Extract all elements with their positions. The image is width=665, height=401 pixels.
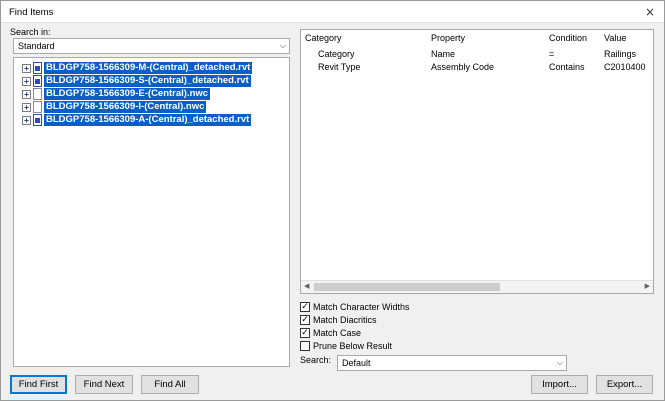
search-in-value: Standard	[18, 41, 55, 51]
chevron-down-icon: ⌵	[556, 358, 563, 367]
search-mode-value: Default	[342, 358, 371, 368]
conditions-grid[interactable]: Category Property Condition Value Catego…	[300, 29, 654, 294]
export-button[interactable]: Export...	[596, 375, 653, 394]
cell-condition[interactable]: Contains	[549, 62, 585, 72]
table-row[interactable]: Category Name = Railings	[301, 48, 653, 62]
title-bar: Find Items ×	[1, 1, 664, 23]
expand-icon[interactable]: +	[22, 77, 31, 86]
find-first-button[interactable]: Find First	[10, 375, 67, 394]
cell-property[interactable]: Assembly Code	[431, 62, 494, 72]
cell-category[interactable]: Category	[318, 49, 355, 59]
option-label: Match Character Widths	[313, 302, 410, 312]
tree-item-label[interactable]: BLDGP758-1566309-S-(Central)_detached.rv…	[44, 75, 251, 87]
tree-item-label[interactable]: BLDGP758-1566309-E-(Central).nwc	[44, 88, 211, 100]
table-row[interactable]: Revit Type Assembly Code Contains C20104…	[301, 61, 653, 75]
search-mode-label: Search:	[300, 355, 332, 365]
nwc-file-icon	[33, 88, 42, 100]
expand-icon[interactable]: +	[22, 64, 31, 73]
option-label: Match Case	[313, 328, 362, 338]
option-label: Prune Below Result	[313, 341, 393, 351]
cell-value[interactable]: Railings	[604, 49, 636, 59]
window-title: Find Items	[9, 7, 54, 18]
cell-condition[interactable]: =	[549, 49, 554, 59]
expand-icon[interactable]: +	[22, 103, 31, 112]
find-all-button[interactable]: Find All	[141, 375, 199, 394]
column-header-property[interactable]: Property	[431, 33, 465, 43]
match-case-checkbox[interactable]: ✓	[300, 328, 310, 338]
scrollbar-thumb[interactable]	[314, 283, 500, 291]
scroll-left-icon[interactable]: ◀	[304, 282, 309, 290]
column-header-category[interactable]: Category	[305, 33, 342, 43]
find-next-button[interactable]: Find Next	[75, 375, 133, 394]
grid-header: Category Property Condition Value	[301, 32, 653, 46]
cell-value[interactable]: C2010400	[604, 62, 646, 72]
revit-file-icon	[33, 75, 42, 87]
expand-icon[interactable]: +	[22, 90, 31, 99]
tree-item-label[interactable]: BLDGP758-1566309-A-(Central)_detached.rv…	[44, 114, 252, 126]
search-in-dropdown[interactable]: Standard ⌵	[13, 38, 290, 54]
tree-item-label[interactable]: BLDGP758-1566309-I-(Central).nwc	[44, 101, 207, 113]
tree-item-label[interactable]: BLDGP758-1566309-M-(Central)_detached.rv…	[44, 62, 253, 74]
revit-file-icon	[33, 62, 42, 74]
import-button[interactable]: Import...	[531, 375, 588, 394]
chevron-down-icon: ⌵	[279, 41, 286, 50]
search-mode-dropdown[interactable]: Default ⌵	[337, 355, 567, 371]
nwc-file-icon	[33, 101, 42, 113]
prune-below-result-checkbox[interactable]	[300, 341, 310, 351]
scroll-right-icon[interactable]: ▶	[645, 282, 650, 290]
cell-property[interactable]: Name	[431, 49, 455, 59]
find-items-dialog: Find Items × Search in: Standard ⌵ + BLD…	[0, 0, 665, 401]
expand-icon[interactable]: +	[22, 116, 31, 125]
match-character-widths-checkbox[interactable]: ✓	[300, 302, 310, 312]
search-in-label: Search in:	[10, 27, 51, 37]
match-diacritics-checkbox[interactable]: ✓	[300, 315, 310, 325]
close-icon[interactable]: ×	[642, 4, 658, 20]
column-header-value[interactable]: Value	[604, 33, 626, 43]
cell-category[interactable]: Revit Type	[318, 62, 360, 72]
column-header-condition[interactable]: Condition	[549, 33, 587, 43]
option-label: Match Diacritics	[313, 315, 377, 325]
selection-tree[interactable]: + BLDGP758-1566309-M-(Central)_detached.…	[13, 57, 290, 367]
revit-file-icon	[33, 114, 42, 126]
horizontal-scrollbar[interactable]: ◀ ▶	[301, 280, 653, 293]
